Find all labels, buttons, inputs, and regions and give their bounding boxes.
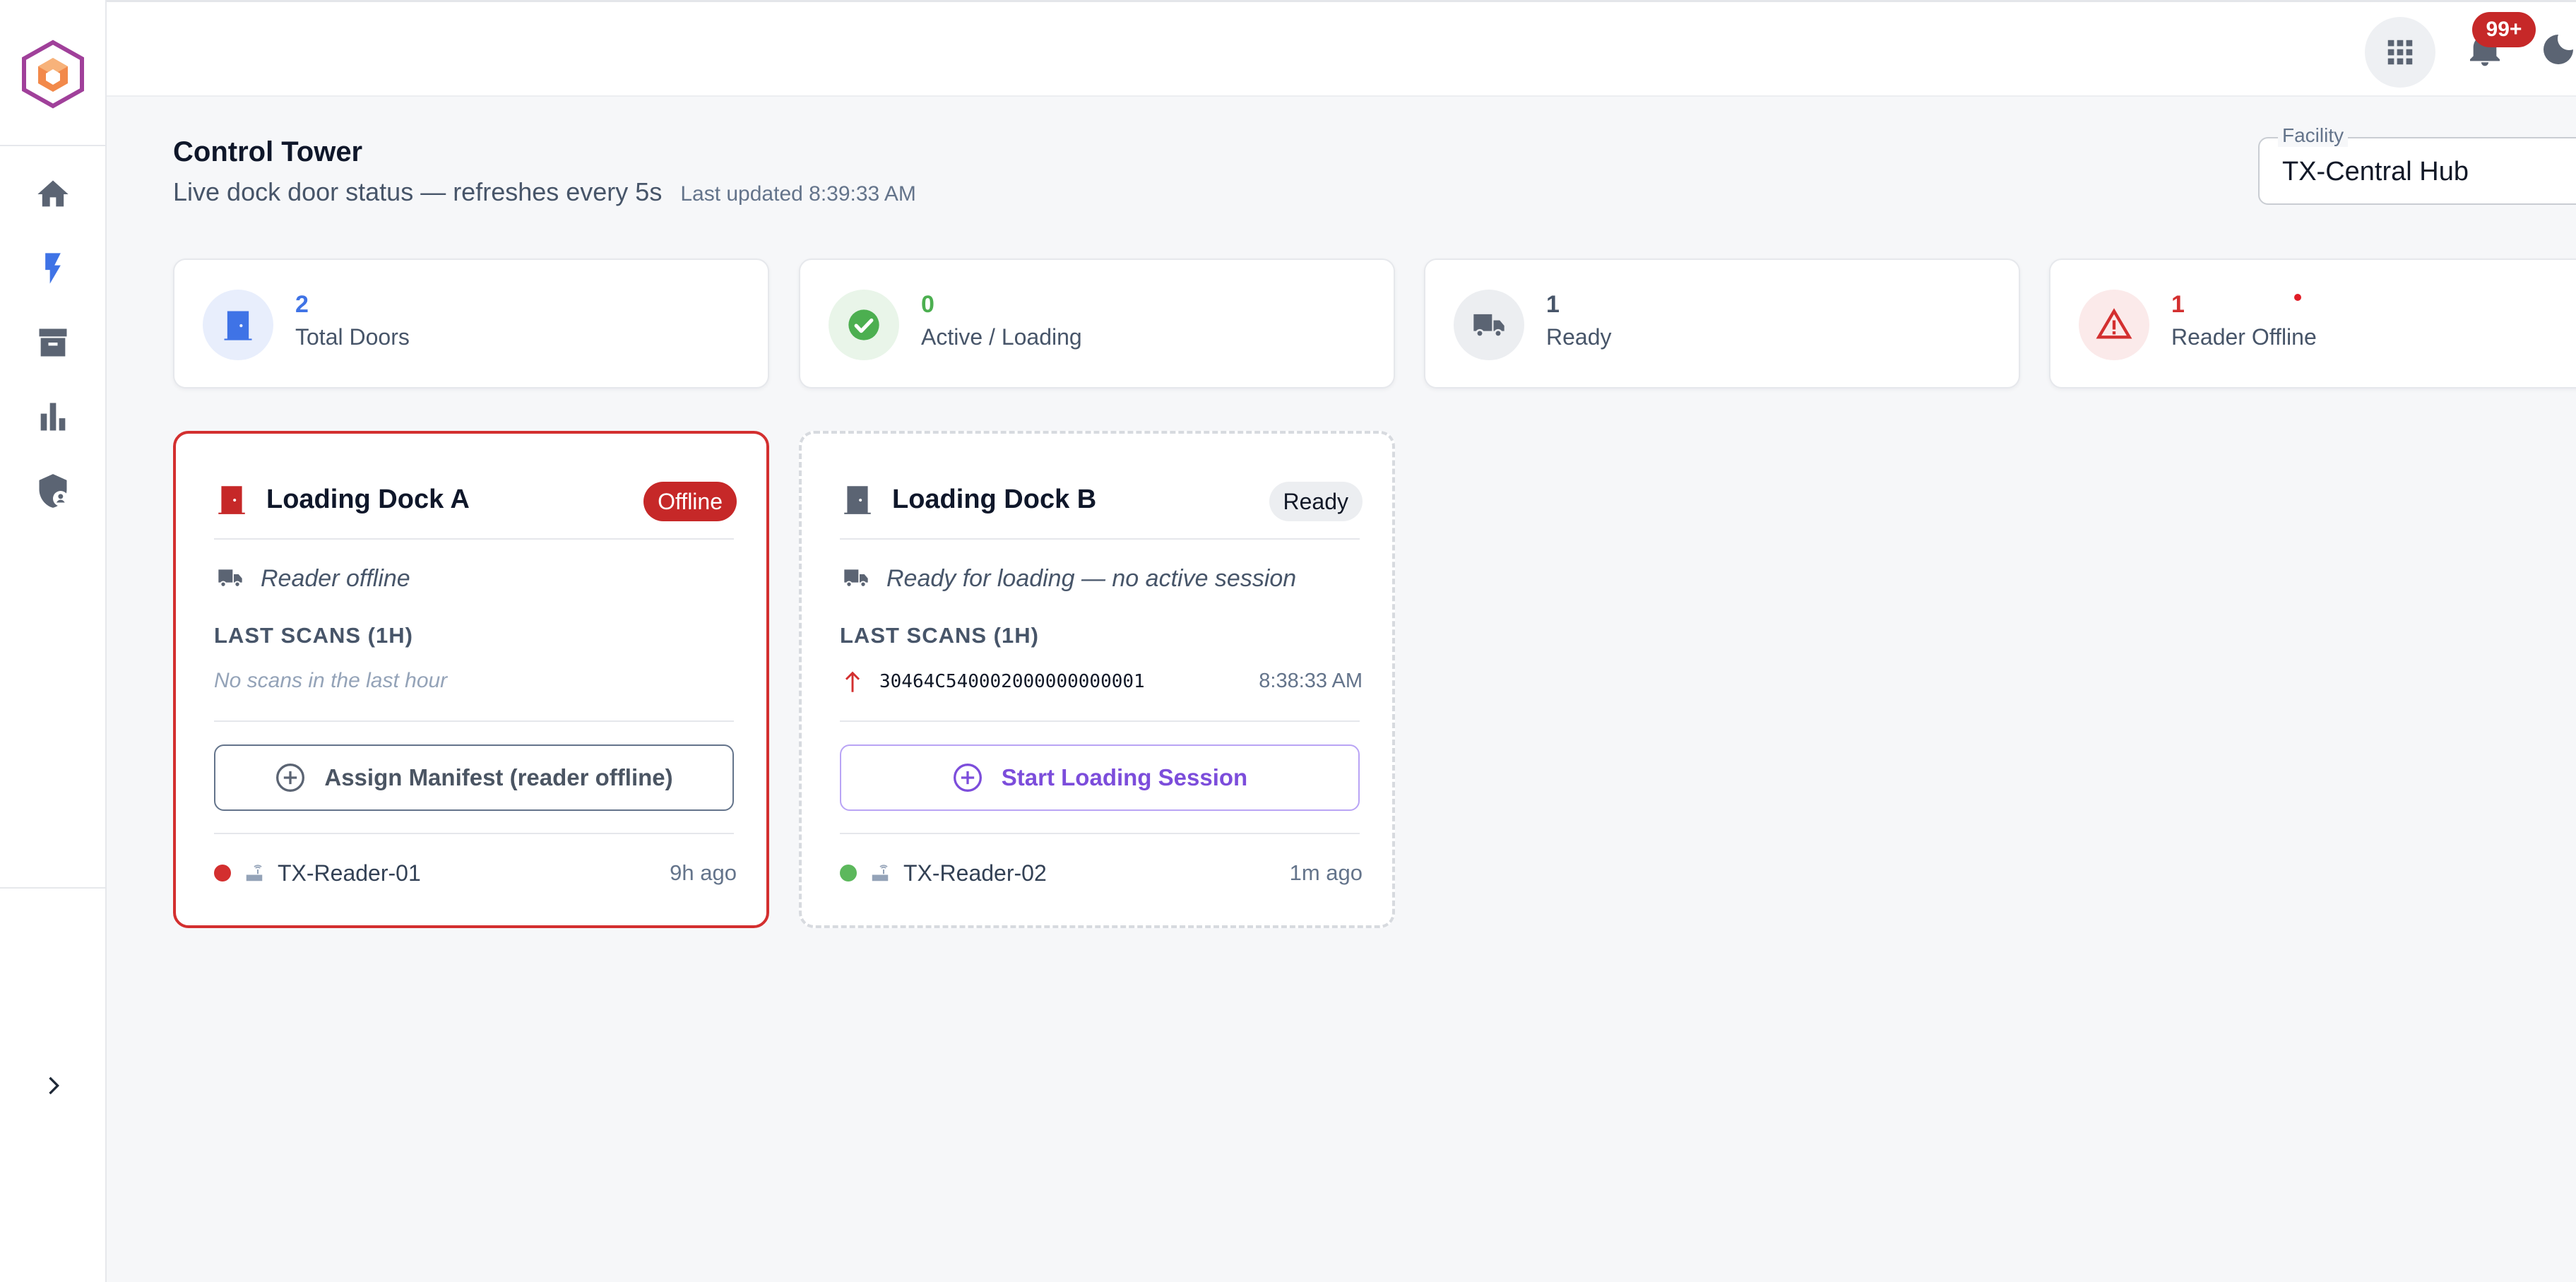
dock-card-b[interactable]: Loading Dock B Ready Ready for loading —…: [799, 431, 1395, 928]
sidebar-item-inventory[interactable]: [32, 321, 74, 364]
divider: [214, 833, 734, 834]
sidebar-item-home[interactable]: [32, 173, 74, 215]
stat-label: Ready: [1546, 324, 1612, 350]
no-scans-text: No scans in the last hour: [214, 669, 448, 692]
stat-card-total-doors: 2 Total Doors: [173, 259, 769, 388]
stat-card-reader-offline: 1 Reader Offline: [2049, 259, 2576, 388]
sidebar-item-control-tower[interactable]: [32, 247, 74, 290]
stat-label: Total Doors: [295, 324, 410, 350]
dock-title: Loading Dock B: [892, 485, 1097, 514]
alert-dot: [2294, 294, 2301, 301]
reader-row: TX-Reader-02 1m ago: [840, 857, 1363, 889]
dock-status-text: Reader offline: [261, 565, 410, 592]
dock-card-a[interactable]: Loading Dock A Offline Reader offline LA…: [173, 431, 769, 928]
check-circle-icon: [829, 290, 899, 360]
page-title: Control Tower: [173, 136, 363, 167]
assign-manifest-button[interactable]: Assign Manifest (reader offline): [214, 744, 734, 811]
lightning-icon: [45, 253, 61, 284]
start-loading-session-button[interactable]: Start Loading Session: [840, 744, 1360, 811]
button-label: Start Loading Session: [1001, 764, 1248, 790]
apps-grid-icon: [2387, 40, 2413, 65]
sidebar-divider: [0, 887, 107, 889]
add-circle-icon: [276, 764, 305, 792]
warning-icon: [2079, 290, 2149, 360]
page-subtitle: Live dock door status — refreshes every …: [173, 177, 916, 207]
truck-icon: [218, 569, 242, 588]
button-label: Assign Manifest (reader offline): [324, 764, 673, 790]
apps-menu-button[interactable]: [2365, 17, 2435, 88]
stat-value: 1: [1546, 291, 1560, 318]
router-icon: [246, 865, 263, 882]
scan-row: 30464C540002000000000001 8:38:33 AM: [840, 665, 1363, 696]
moon-icon: [2544, 35, 2573, 64]
sidebar-item-reports[interactable]: [32, 396, 74, 438]
dock-status-text: Ready for loading — no active session: [886, 565, 1297, 592]
dock-card-header: Loading Dock A Offline: [214, 475, 737, 531]
divider: [840, 833, 1360, 834]
reader-name: TX-Reader-01: [278, 860, 421, 886]
divider: [214, 720, 734, 722]
reader-row: TX-Reader-01 9h ago: [214, 857, 737, 889]
dock-status-line: Reader offline: [214, 559, 737, 595]
reader-name: TX-Reader-02: [903, 860, 1047, 886]
stat-value: 0: [921, 291, 934, 318]
facility-value: TX-Central Hub: [2282, 157, 2469, 186]
stat-card-active-loading: 0 Active / Loading: [799, 259, 1395, 388]
shield-user-icon: [39, 474, 69, 508]
scan-time: 8:38:33 AM: [1259, 670, 1363, 692]
last-updated-text: Last updated 8:39:33 AM: [680, 182, 916, 206]
stat-card-ready: 1 Ready: [1424, 259, 2020, 388]
divider: [840, 538, 1360, 540]
chevron-right-icon: [49, 1076, 59, 1095]
door-icon: [203, 290, 273, 360]
theme-toggle-button[interactable]: [2539, 28, 2576, 71]
reader-status-dot: [214, 865, 231, 882]
dock-status-line: Ready for loading — no active session: [840, 559, 1363, 595]
divider: [214, 538, 734, 540]
bar-chart-icon: [40, 403, 66, 431]
dock-title: Loading Dock A: [266, 485, 470, 514]
stat-value: 2: [295, 291, 309, 318]
reader-last-seen: 9h ago: [670, 860, 737, 885]
divider: [840, 720, 1360, 722]
facility-label: Facility: [2278, 124, 2349, 147]
app-logo-icon[interactable]: [20, 40, 86, 109]
stat-label: Reader Offline: [2171, 324, 2317, 350]
door-icon: [844, 486, 871, 514]
last-scans-heading: LAST SCANS (1H): [840, 623, 1039, 648]
app-root: 99+ Control Tower Live dock door status …: [0, 0, 2576, 1282]
stat-label: Active / Loading: [921, 324, 1082, 350]
status-badge: Ready: [1269, 482, 1363, 521]
arrow-up-icon: [845, 671, 860, 692]
reader-last-seen: 1m ago: [1289, 860, 1363, 885]
sidebar-divider: [0, 145, 107, 146]
home-icon: [37, 180, 69, 207]
facility-select[interactable]: Facility TX-Central Hub: [2258, 124, 2576, 205]
notifications-badge: 99+: [2472, 12, 2536, 47]
door-icon: [218, 486, 245, 514]
scan-epc: 30464C540002000000000001: [879, 671, 1145, 692]
router-icon: [872, 865, 889, 882]
status-badge: Offline: [643, 482, 737, 521]
truck-icon: [844, 569, 868, 588]
sidebar-item-admin[interactable]: [32, 470, 74, 512]
sidebar: [0, 0, 107, 1282]
reader-status-dot: [840, 865, 857, 882]
stat-value: 1: [2171, 291, 2185, 318]
archive-icon: [39, 328, 67, 357]
top-bar: [107, 0, 2576, 97]
last-scans-heading: LAST SCANS (1H): [214, 623, 413, 648]
add-circle-icon: [953, 764, 982, 792]
subtitle-text: Live dock door status — refreshes every …: [173, 177, 663, 206]
dock-card-header: Loading Dock B Ready: [840, 475, 1363, 531]
truck-icon: [1454, 290, 1524, 360]
sidebar-expand-button[interactable]: [39, 1072, 67, 1100]
